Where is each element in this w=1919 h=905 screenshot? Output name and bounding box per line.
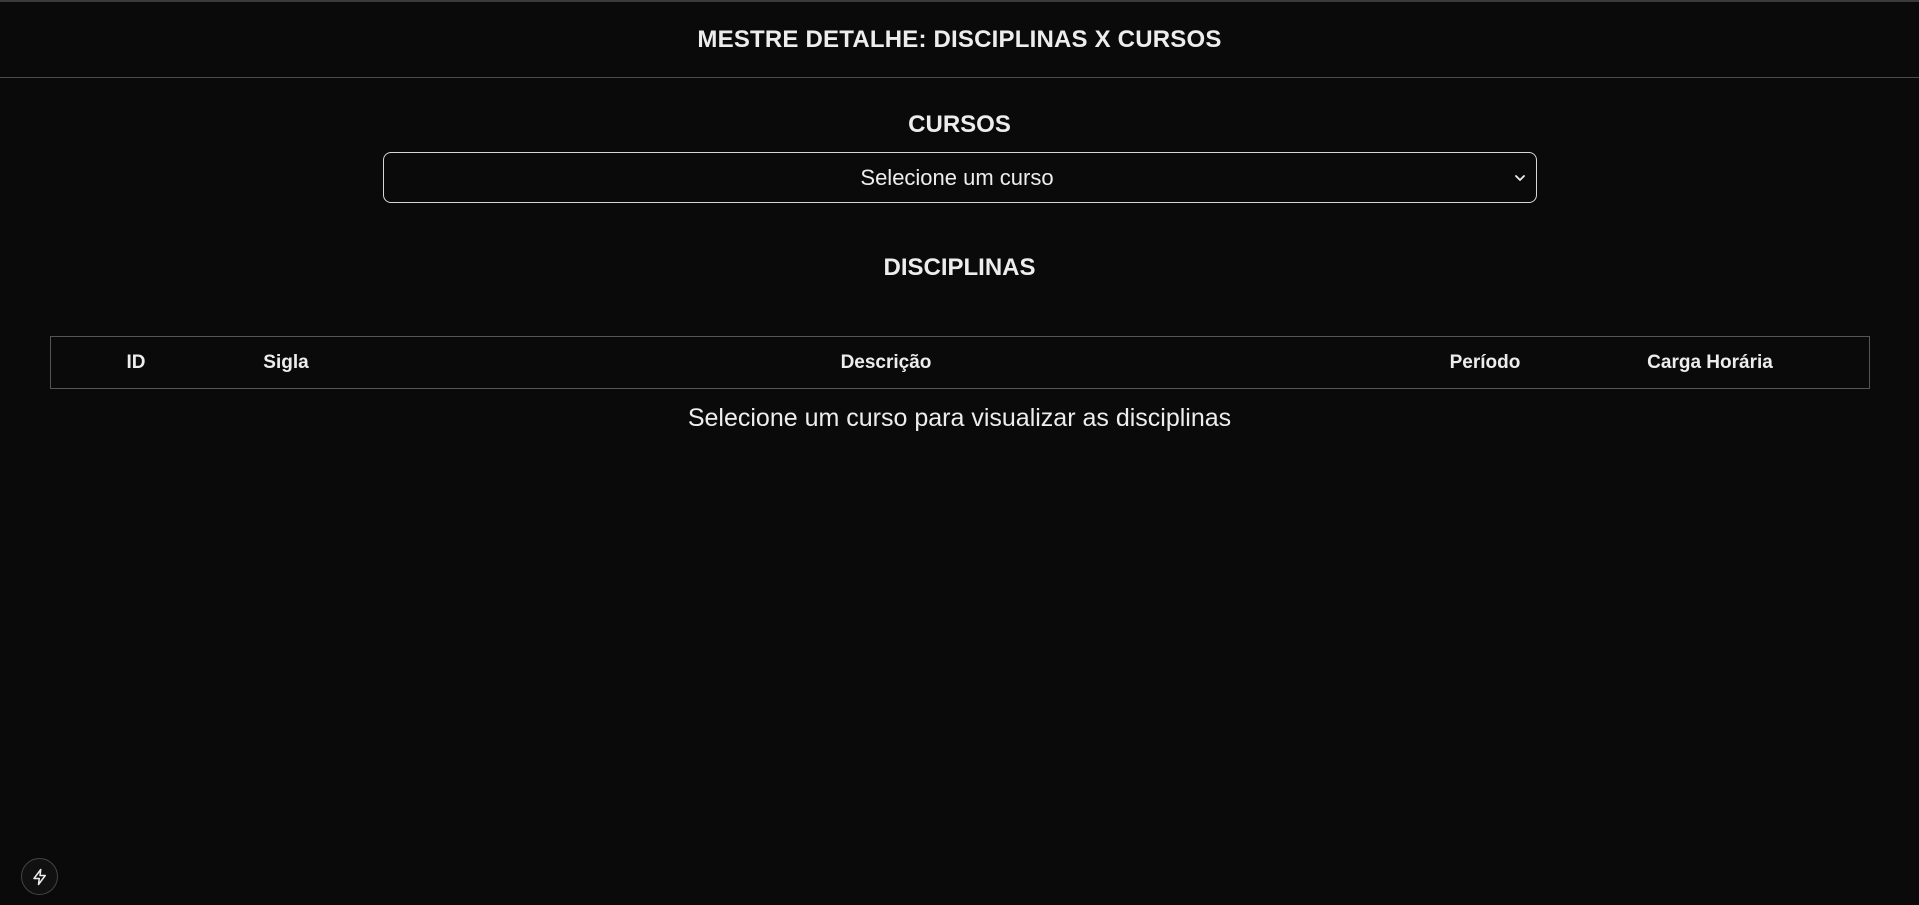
- lightning-icon: [32, 868, 46, 885]
- column-header-carga-horaria: Carga Horária: [1647, 351, 1773, 373]
- course-select-value: Selecione um curso: [860, 164, 1054, 190]
- empty-state-message: Selecione um curso para visualizar as di…: [687, 404, 1232, 432]
- column-header-sigla: Sigla: [263, 351, 309, 373]
- column-header-id: ID: [126, 351, 146, 373]
- course-select[interactable]: Selecione um curso: [383, 152, 1537, 203]
- subjects-title: DISCIPLINAS: [883, 254, 1036, 281]
- courses-title: CURSOS: [908, 111, 1011, 138]
- subjects-table-header: ID Sigla Descrição Período Carga Horária: [50, 336, 1870, 389]
- column-header-descricao: Descrição: [840, 351, 932, 373]
- page: MESTRE DETALHE: DISCIPLINAS X CURSOS CUR…: [0, 0, 1919, 905]
- page-title: MESTRE DETALHE: DISCIPLINAS X CURSOS: [697, 25, 1222, 53]
- app-header: MESTRE DETALHE: DISCIPLINAS X CURSOS: [0, 2, 1919, 78]
- column-header-periodo: Período: [1449, 351, 1521, 373]
- dev-tools-button[interactable]: [21, 858, 58, 895]
- chevron-down-icon: [1515, 174, 1525, 181]
